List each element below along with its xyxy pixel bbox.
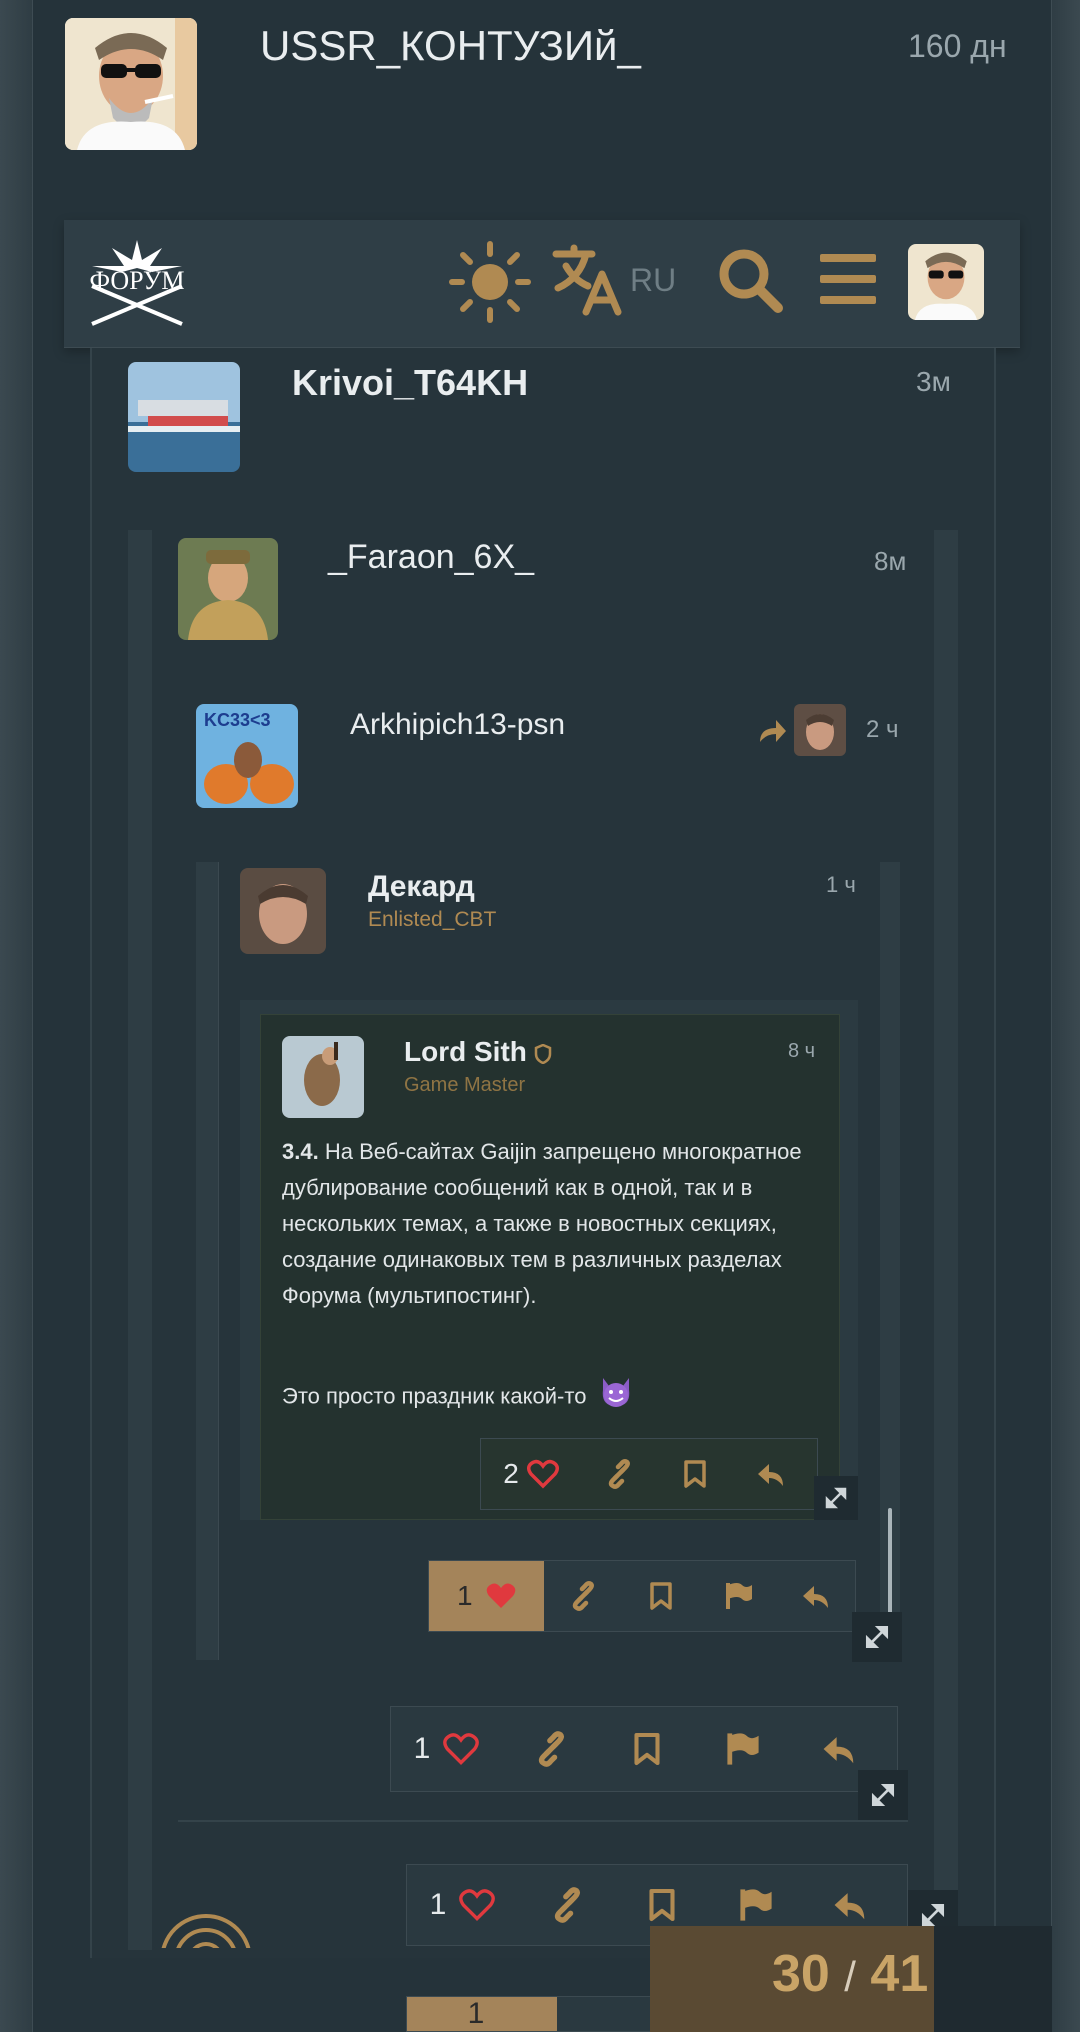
user-title-lordsith: Game Master [404,1074,526,1096]
post-actions-arkhipich: 1 [390,1706,898,1792]
post-actions-dekard: 1 [428,1560,856,1632]
username-ussr[interactable]: USSR_КОНТУЗИй_ [260,22,641,70]
expand-quote-button[interactable] [858,1770,908,1820]
translate-icon[interactable] [552,244,624,316]
like-button[interactable]: 2 [481,1439,581,1509]
menu-icon[interactable] [820,254,876,304]
like-count: 1 [413,1732,431,1765]
flag-button[interactable] [695,1707,791,1791]
copy-link-button[interactable] [519,1865,615,1945]
theme-sun-icon[interactable] [448,240,532,324]
comment-text: Это просто праздник какой-то [282,1383,587,1409]
link-icon [538,1731,564,1767]
bookmark-button[interactable] [657,1439,733,1509]
bookmark-button[interactable] [599,1707,695,1791]
post-time-faraon[interactable]: 8м [874,546,906,577]
reply-to-avatar[interactable] [794,704,846,756]
post-counter-text: 30 / 41 [772,1944,928,2004]
copy-link-button[interactable] [581,1439,657,1509]
copy-link-button[interactable] [544,1561,622,1631]
username-lordsith[interactable]: Lord Sith [404,1036,527,1068]
like-button[interactable]: 1 [391,1707,503,1791]
language-label[interactable]: RU [630,262,676,299]
user-title-dekard: Enlisted_CBT [368,908,497,931]
counter-dark-segment [934,1926,1052,2032]
rule-text: На Веб-сайтах Gaijin запрещено многократ… [282,1139,802,1308]
reply-icon [758,1464,783,1486]
divider [178,1820,908,1822]
heart-outline-icon [459,1889,496,1922]
svg-text:KC33<3: KC33<3 [204,710,271,730]
post-actions-lordsith: 2 [480,1438,818,1510]
site-header [64,220,1020,348]
link-icon [608,1459,630,1489]
heart-outline-icon [526,1459,559,1489]
reply-to-icon [756,716,788,746]
avatar-dekard[interactable] [240,868,326,954]
avatar-lordsith[interactable] [282,1036,364,1118]
avatar-faraon[interactable] [178,538,278,640]
background-right [1052,0,1080,2032]
reply-icon [803,1586,829,1608]
like-count: 2 [503,1458,519,1489]
avatar-ussr[interactable] [65,18,197,150]
total-posts: 41 [870,1945,929,2003]
bookmark-button[interactable] [622,1561,700,1631]
expand-icon [921,1903,945,1927]
expand-quote-button[interactable] [814,1476,858,1520]
heart-filled-icon [486,1583,515,1608]
bookmark-icon [650,1582,672,1610]
post-time-arkhipich[interactable]: 2 ч [866,716,899,744]
forum-logo-text: ФОРУМ [89,266,185,295]
expand-icon [865,1625,889,1649]
shield-icon [534,1043,552,1065]
avatar-krivoi[interactable] [128,362,240,472]
post-time-ussr[interactable]: 160 дн [908,28,1007,65]
rule-text-block: 3.4. На Веб-сайтах Gaijin запрещено мног… [282,1134,802,1314]
avatar-arkhipich[interactable]: KC33<3 [196,704,298,808]
post-time-krivoi[interactable]: 3м [916,366,951,398]
like-count: 1 [467,1997,485,2030]
flag-icon [740,1889,772,1921]
like-button-liked[interactable]: 1 [429,1561,545,1631]
like-count: 1 [429,1888,447,1921]
reply-icon [834,1893,865,1920]
current-post: 30 [772,1945,830,2003]
current-user-avatar[interactable] [908,244,984,320]
bookmark-icon [684,1460,706,1488]
counter-separator: / [844,1953,856,2000]
username-krivoi[interactable]: Krivoi_T64KH [292,362,528,404]
link-icon [554,1887,580,1923]
background-left [0,0,32,2032]
partial-avatar-icon[interactable] [158,1912,254,1948]
post-time-dekard[interactable]: 1 ч [826,872,856,898]
expand-icon [825,1487,847,1509]
like-count: 1 [456,1580,473,1611]
like-button-liked[interactable]: 1 [407,1997,557,2031]
username-faraon[interactable]: _Faraon_6X_ [328,538,534,577]
copy-link-button[interactable] [503,1707,599,1791]
post-actions-next: 1 [406,1996,656,2032]
heart-outline-icon [443,1733,480,1766]
rule-number: 3.4. [282,1139,319,1164]
username-arkhipich[interactable]: Arkhipich13-psn [350,708,565,742]
like-button[interactable]: 1 [407,1865,519,1945]
link-icon [573,1581,595,1611]
post-time-lordsith[interactable]: 8 ч [788,1040,815,1063]
expand-icon [871,1783,895,1807]
flag-icon [727,1733,759,1765]
bookmark-icon [649,1888,675,1922]
expand-quote-button[interactable] [852,1612,902,1662]
search-icon[interactable] [716,246,784,314]
post-comment-lordsith: Это просто праздник какой-то [282,1376,802,1419]
flag-button[interactable] [700,1561,778,1631]
reply-button[interactable] [777,1561,855,1631]
devil-emoji-icon [599,1376,633,1419]
reply-button[interactable] [733,1439,809,1509]
username-dekard[interactable]: Декард [368,870,475,904]
flag-icon [725,1583,752,1609]
bookmark-icon [634,1732,660,1766]
scrollbar[interactable] [888,1508,892,1628]
reply-icon [823,1737,854,1764]
